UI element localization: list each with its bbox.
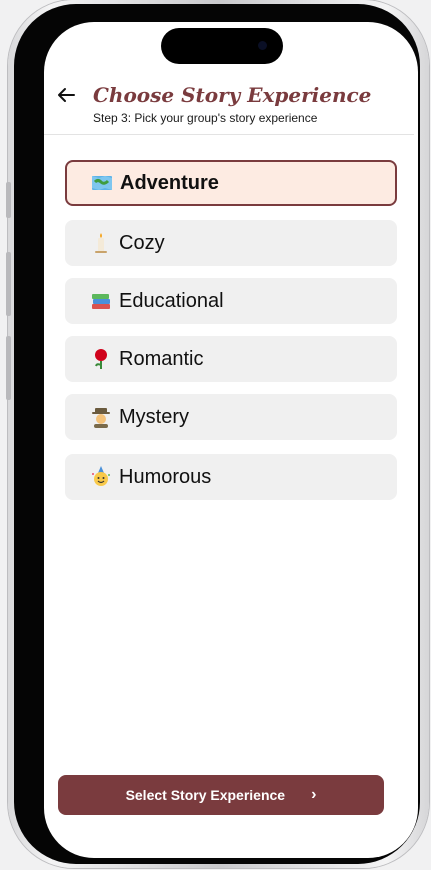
- chevron-right-icon: ›: [311, 786, 317, 803]
- option-adventure[interactable]: Adventure: [65, 160, 397, 206]
- option-humorous[interactable]: Humorous: [65, 454, 397, 500]
- rose-icon: [89, 347, 113, 371]
- back-arrow-icon[interactable]: [56, 85, 78, 107]
- page-title: Choose Story Experience: [93, 83, 372, 107]
- option-cozy[interactable]: Cozy: [65, 220, 397, 266]
- page-subtitle: Step 3: Pick your group's story experien…: [93, 111, 318, 125]
- option-label: Mystery: [119, 405, 189, 428]
- select-story-experience-button[interactable]: Select Story Experience ›: [58, 775, 384, 815]
- candle-icon: [89, 231, 113, 255]
- party-face-icon: [89, 465, 113, 489]
- map-icon: [90, 171, 114, 195]
- books-icon: [89, 289, 113, 313]
- option-label: Educational: [119, 289, 224, 312]
- volume-down-button: [6, 336, 11, 400]
- cta-label: Select Story Experience: [125, 787, 286, 803]
- mute-switch: [6, 182, 11, 218]
- option-romantic[interactable]: Romantic: [65, 336, 397, 382]
- screen: [44, 22, 418, 858]
- option-label: Humorous: [119, 465, 212, 488]
- volume-up-button: [6, 252, 11, 316]
- option-label: Adventure: [120, 171, 219, 194]
- option-label: Cozy: [119, 231, 165, 254]
- camera-dot: [258, 41, 267, 50]
- option-educational[interactable]: Educational: [65, 278, 397, 324]
- detective-icon: [89, 405, 113, 429]
- option-label: Romantic: [119, 347, 204, 370]
- dynamic-island: [161, 28, 283, 64]
- option-mystery[interactable]: Mystery: [65, 394, 397, 440]
